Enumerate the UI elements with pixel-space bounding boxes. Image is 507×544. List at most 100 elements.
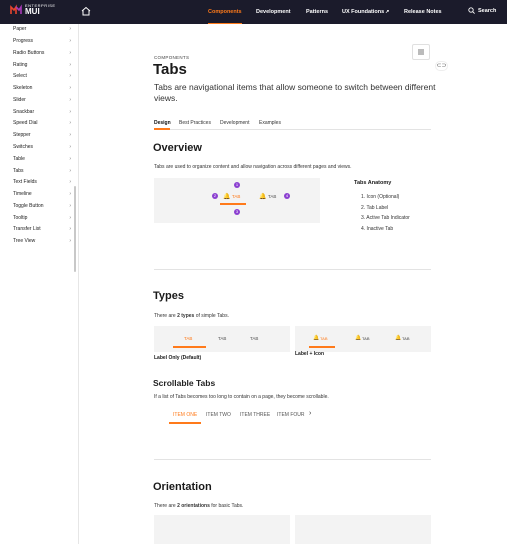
sidebar-item-label: Select [13, 73, 27, 79]
search-label: Search [478, 7, 497, 14]
chevron-right-icon: › [69, 97, 71, 103]
scroll-active-indicator [169, 422, 201, 424]
horizontal-orientation-demo [154, 515, 290, 544]
chevron-right-icon: › [69, 132, 71, 138]
sidebar-item-text-fields[interactable]: Text Fields › [13, 178, 71, 186]
label-only-caption: Label Only (Default) [154, 355, 202, 361]
label-icon-tab-2: TAB [362, 336, 370, 341]
logo-big-text: MUI [25, 7, 40, 16]
sidebar-item-label: Tabs [13, 168, 24, 174]
bell-icon: 🔔 [259, 194, 267, 200]
page-title: Tabs [153, 61, 187, 78]
sidebar-item-label: Paper [13, 26, 27, 32]
sidebar-item-tooltip[interactable]: Tooltip › [13, 214, 71, 222]
tabs-anatomy-demo: 1 2 3 4 🔔 TAB 🔔 TAB [154, 178, 320, 223]
sidebar-item-radio-buttons[interactable]: Radio Buttons › [13, 49, 71, 57]
label-icon-tab-1: TAB [320, 336, 328, 341]
sidebar-item-transfer-list[interactable]: Transfer List › [13, 225, 71, 233]
vertical-orientation-demo [295, 515, 431, 544]
sidebar-item-tree-view[interactable]: Tree View › [13, 237, 71, 245]
types-body: There are 2 types of simple Tabs. [154, 313, 229, 319]
anatomy-item-1: 1. Icon (Optional) [361, 194, 400, 200]
sidebar-item-label: Table [13, 156, 25, 162]
section-divider [154, 459, 431, 460]
scroll-tab-item-four[interactable]: ITEM FOUR [277, 412, 305, 418]
chevron-right-icon: › [69, 26, 71, 32]
sidebar-item-switches[interactable]: Switches › [13, 143, 71, 151]
sidebar-item-label: Speed Dial [13, 120, 38, 126]
label-icon-tabs-demo: 🔔 TAB 🔔 TAB 🔔 TAB [295, 326, 431, 352]
search-icon [468, 7, 475, 14]
enterprise-mui-logo[interactable]: ENTERPRISE MUI [10, 4, 56, 16]
label-only-tab-2: TAB [218, 336, 227, 341]
nav-components[interactable]: Components [208, 0, 242, 24]
logo-mark-icon [10, 4, 22, 14]
nav-development[interactable]: Development [256, 0, 291, 24]
search-button[interactable]: Search [468, 7, 496, 14]
chevron-right-icon: › [69, 50, 71, 56]
label-only-tabs-demo: TAB TAB TAB [154, 326, 290, 352]
sidebar-item-tabs[interactable]: Tabs › [13, 167, 71, 175]
chevron-right-icon: › [69, 226, 71, 232]
active-tab-indicator [154, 128, 170, 130]
sidebar-item-table[interactable]: Table › [13, 155, 71, 163]
sidebar-item-timeline[interactable]: Timeline › [13, 190, 71, 198]
nav-ux-foundations[interactable]: UX Foundations ↗ [342, 0, 389, 24]
sidebar-item-label: Tree View [13, 238, 36, 244]
sidebar-item-speed-dial[interactable]: Speed Dial › [13, 119, 71, 127]
sidebar-item-label: Rating [13, 62, 28, 68]
chevron-right-icon: › [69, 215, 71, 221]
page-eyebrow: COMPONENTS [154, 55, 190, 60]
chevron-right-icon: › [69, 238, 71, 244]
scroll-tab-item-three[interactable]: ITEM THREE [240, 412, 270, 418]
sidebar-item-label: Tooltip [13, 215, 28, 221]
sidebar-item-label: Snackbar [13, 109, 35, 115]
sidebar-item-snackbar[interactable]: Snackbar › [13, 108, 71, 116]
sidebar-item-label: Radio Buttons [13, 50, 45, 56]
chevron-right-icon: › [69, 73, 71, 79]
bell-icon: 🔔 [395, 335, 402, 341]
anatomy-marker-2: 2 [212, 193, 218, 199]
link-icon[interactable]: ⊂⊃ [435, 61, 448, 71]
anatomy-marker-3: 3 [234, 209, 240, 215]
tab-best-practices[interactable]: Best Practices [179, 120, 211, 126]
sidebar-item-label: Text Fields [13, 179, 37, 185]
sidebar-item-rating[interactable]: Rating › [13, 61, 71, 69]
sidebar-item-label: Progress [13, 38, 34, 44]
home-icon[interactable] [81, 6, 91, 16]
scroll-tab-item-two[interactable]: ITEM TWO [206, 412, 231, 418]
sidebar-scrollbar[interactable] [74, 186, 76, 272]
sidebar-item-progress[interactable]: Progress › [13, 37, 71, 45]
tab-design[interactable]: Design [154, 120, 171, 126]
sidebar-item-paper[interactable]: Paper › [13, 25, 71, 33]
external-link-icon: ↗ [385, 9, 390, 15]
anatomy-marker-1: 1 [234, 182, 240, 188]
sidebar-item-skeleton[interactable]: Skeleton › [13, 84, 71, 92]
scroll-tab-item-one[interactable]: ITEM ONE [173, 412, 197, 418]
sidebar-item-label: Switches [13, 144, 34, 150]
nav-patterns[interactable]: Patterns [306, 0, 328, 24]
chevron-right-icon: › [69, 109, 71, 115]
tab-development[interactable]: Development [220, 120, 249, 126]
sidebar-item-stepper[interactable]: Stepper › [13, 131, 71, 139]
page-subtitle-line2: views. [154, 93, 178, 103]
label-icon-tab-3: TAB [402, 336, 410, 341]
table-of-contents-button[interactable] [412, 44, 430, 60]
sidebar-item-label: Toggle Button [13, 203, 44, 209]
nav-release-notes[interactable]: Release Notes [404, 0, 442, 24]
chevron-right-icon[interactable]: › [309, 410, 311, 417]
overview-body: Tabs are used to organize content and al… [154, 164, 352, 170]
types-body-pre: There are [154, 313, 178, 319]
bell-icon: 🔔 [355, 335, 362, 341]
bell-icon: 🔔 [223, 194, 231, 200]
anatomy-marker-4: 4 [284, 193, 290, 199]
demo-active-tab-label: TAB [232, 194, 241, 199]
sidebar-item-slider[interactable]: Slider › [13, 96, 71, 104]
label-only-tab-1: TAB [184, 336, 193, 341]
tab-examples[interactable]: Examples [259, 120, 281, 126]
sidebar-item-select[interactable]: Select › [13, 72, 71, 80]
anatomy-item-2: 2. Tab Label [361, 205, 389, 211]
section-divider [154, 269, 431, 270]
sidebar-item-toggle-button[interactable]: Toggle Button › [13, 202, 71, 210]
scrollable-heading: Scrollable Tabs [153, 378, 216, 388]
